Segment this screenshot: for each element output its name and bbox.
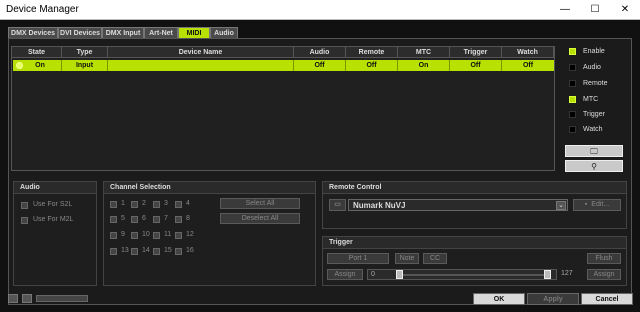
channel-8-checkbox[interactable] bbox=[175, 216, 182, 223]
chevron-down-icon[interactable]: ⌄ bbox=[556, 201, 566, 210]
remote-device-value: Numark NuVJ bbox=[353, 201, 406, 210]
trigger-panel: Trigger Port 1 Note CC Flush Assign 0 12… bbox=[322, 236, 627, 286]
audio-panel: Audio Use For S2L Use For M2L bbox=[13, 181, 97, 286]
channel-7-checkbox[interactable] bbox=[153, 216, 160, 223]
cell-watch[interactable]: Off bbox=[502, 60, 554, 71]
channel-11-checkbox[interactable] bbox=[153, 232, 160, 239]
tab-audio[interactable]: Audio bbox=[210, 27, 238, 38]
tab-dmx-devices[interactable]: DMX Devices bbox=[8, 27, 58, 38]
use-m2l-label: Use For M2L bbox=[33, 216, 74, 223]
channel-15-checkbox[interactable] bbox=[153, 248, 160, 255]
cell-audio[interactable]: Off bbox=[294, 60, 346, 71]
assign-right-button[interactable]: Assign bbox=[587, 269, 621, 280]
tab-art-net[interactable]: Art-Net bbox=[144, 27, 178, 38]
channel-4-checkbox[interactable] bbox=[175, 201, 182, 208]
mtc-indicator bbox=[569, 96, 576, 103]
channel-3-checkbox[interactable] bbox=[153, 201, 160, 208]
channel-12-checkbox[interactable] bbox=[175, 232, 182, 239]
remote-control-title: Remote Control bbox=[323, 182, 626, 194]
status-led-icon bbox=[16, 62, 23, 69]
slider-min-handle[interactable] bbox=[396, 270, 403, 279]
channel-13-checkbox[interactable] bbox=[110, 248, 117, 255]
search-icon: ⚲ bbox=[591, 162, 597, 171]
channel-6-checkbox[interactable] bbox=[131, 216, 138, 223]
channel-1-checkbox[interactable] bbox=[110, 201, 117, 208]
use-m2l-checkbox[interactable] bbox=[21, 217, 28, 224]
plug-icon[interactable] bbox=[22, 294, 32, 303]
channel-10-checkbox[interactable] bbox=[131, 232, 138, 239]
slider-track bbox=[398, 274, 548, 276]
channel-5-checkbox[interactable] bbox=[110, 216, 117, 223]
select-all-button[interactable]: Select All bbox=[220, 198, 300, 209]
device-table[interactable]: State Type Device Name Audio Remote MTC … bbox=[11, 46, 555, 171]
remote-device-select[interactable]: Numark NuVJ ⌄ bbox=[348, 199, 568, 211]
cell-trigger[interactable]: Off bbox=[450, 60, 502, 71]
cancel-button[interactable]: Cancel bbox=[581, 293, 633, 305]
assign-left-button[interactable]: Assign bbox=[327, 269, 363, 280]
note-button[interactable]: Note bbox=[395, 253, 419, 264]
header-watch[interactable]: Watch bbox=[502, 47, 554, 58]
folder-small-icon[interactable] bbox=[8, 294, 18, 303]
header-type[interactable]: Type bbox=[62, 47, 108, 58]
trigger-range-slider[interactable]: 0 bbox=[367, 269, 557, 280]
header-mtc[interactable]: MTC bbox=[398, 47, 450, 58]
deselect-all-button[interactable]: Deselect All bbox=[220, 213, 300, 224]
header-state[interactable]: State bbox=[12, 47, 62, 58]
progress-bar bbox=[36, 295, 88, 302]
table-row[interactable]: On Input Off Off On Off Off bbox=[13, 60, 554, 71]
channel-14-checkbox[interactable] bbox=[131, 248, 138, 255]
header-device-name[interactable]: Device Name bbox=[108, 47, 294, 58]
ok-button[interactable]: OK bbox=[473, 293, 525, 305]
tab-dmx-input[interactable]: DMX Input bbox=[102, 27, 144, 38]
title-bar: Device Manager — ☐ ✕ bbox=[0, 0, 640, 20]
trigger-title: Trigger bbox=[323, 237, 626, 249]
cc-button[interactable]: CC bbox=[423, 253, 447, 264]
search-button[interactable]: ⚲ bbox=[565, 160, 623, 172]
remote-indicator bbox=[569, 80, 576, 87]
watch-indicator bbox=[569, 126, 576, 133]
port-button[interactable]: Port 1 bbox=[327, 253, 389, 264]
maximize-button[interactable]: ☐ bbox=[580, 0, 610, 19]
channel-selection-title: Channel Selection bbox=[104, 182, 315, 194]
header-remote[interactable]: Remote bbox=[346, 47, 398, 58]
channel-selection-panel: Channel Selection 1 2 3 4 5 6 7 8 9 10 1… bbox=[103, 181, 316, 286]
range-max-value: 127 bbox=[561, 270, 573, 277]
cell-state[interactable]: On bbox=[13, 60, 62, 71]
use-s2l-label: Use For S2L bbox=[33, 201, 73, 208]
edit-icon: ▪ bbox=[584, 201, 588, 208]
channel-9-checkbox[interactable] bbox=[110, 232, 117, 239]
trigger-indicator bbox=[569, 111, 576, 118]
channel-2-checkbox[interactable] bbox=[131, 201, 138, 208]
channel-16-checkbox[interactable] bbox=[175, 248, 182, 255]
use-s2l-checkbox[interactable] bbox=[21, 202, 28, 209]
apply-button[interactable]: Apply bbox=[527, 293, 579, 305]
minimize-button[interactable]: — bbox=[550, 0, 580, 19]
cell-mtc[interactable]: On bbox=[398, 60, 450, 71]
slider-max-handle[interactable] bbox=[544, 270, 551, 279]
close-button[interactable]: ✕ bbox=[610, 0, 640, 19]
flush-button[interactable]: Flush bbox=[587, 253, 621, 264]
tab-dvi-devices[interactable]: DVI Devices bbox=[58, 27, 102, 38]
remote-control-panel: Remote Control ▭ Numark NuVJ ⌄ ▪ Edit... bbox=[322, 181, 627, 229]
cell-type: Input bbox=[62, 60, 108, 71]
monitor-button[interactable]: 🖵 bbox=[565, 145, 623, 157]
folder-icon: ▭ bbox=[334, 201, 341, 208]
cell-device-name bbox=[108, 60, 294, 71]
header-audio[interactable]: Audio bbox=[294, 47, 346, 58]
range-min-value: 0 bbox=[371, 271, 375, 278]
header-trigger[interactable]: Trigger bbox=[450, 47, 502, 58]
edit-button[interactable]: ▪ Edit... bbox=[573, 199, 621, 211]
audio-panel-title: Audio bbox=[14, 182, 96, 194]
tab-midi[interactable]: MIDI bbox=[178, 27, 210, 38]
monitor-icon: 🖵 bbox=[590, 147, 598, 156]
cell-remote[interactable]: Off bbox=[346, 60, 398, 71]
folder-button[interactable]: ▭ bbox=[329, 199, 346, 211]
audio-indicator bbox=[569, 64, 576, 71]
enable-indicator bbox=[569, 48, 576, 55]
window-title: Device Manager bbox=[6, 4, 79, 15]
